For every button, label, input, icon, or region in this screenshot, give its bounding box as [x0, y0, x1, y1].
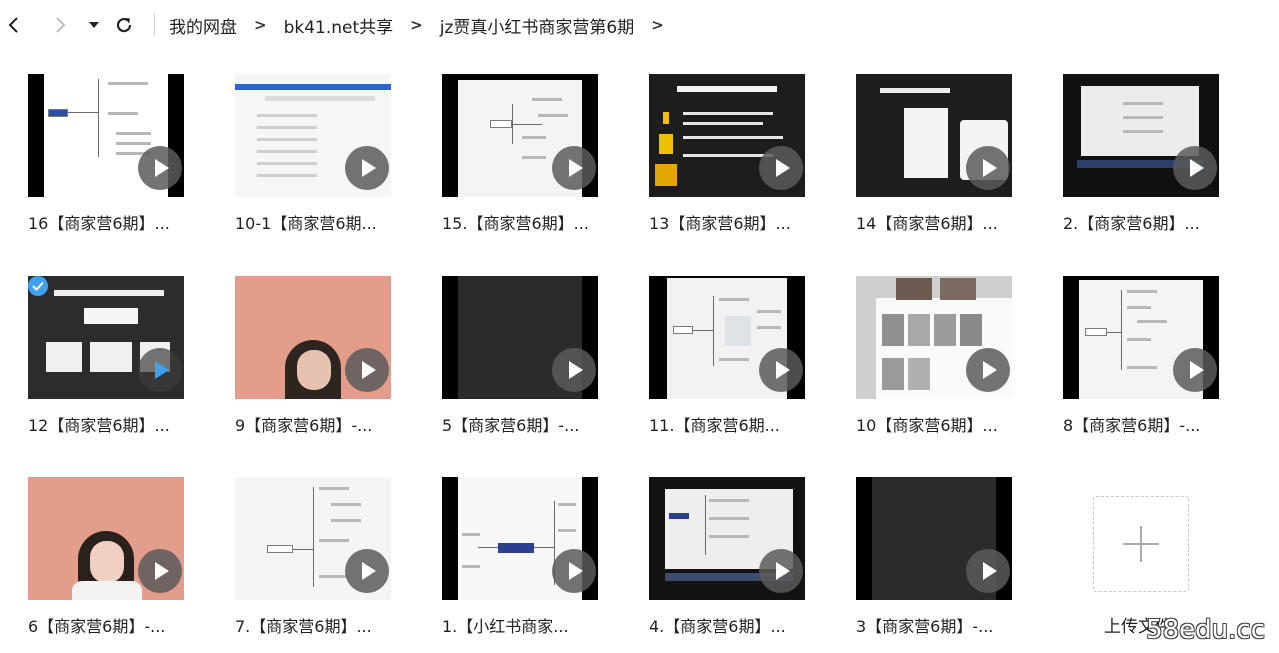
file-name: 9【商家营6期】-... — [235, 416, 373, 435]
plus-icon — [1123, 526, 1159, 562]
play-icon — [138, 549, 182, 593]
play-icon — [966, 348, 1010, 392]
video-file-tile[interactable]: 8【商家营6期】-... — [1063, 276, 1219, 446]
play-icon — [1173, 348, 1217, 392]
play-icon — [759, 146, 803, 190]
breadcrumb-separator: > — [651, 16, 664, 34]
play-icon — [552, 549, 596, 593]
play-icon — [759, 348, 803, 392]
chevron-left-icon — [8, 17, 18, 33]
file-name: 8【商家营6期】-... — [1063, 416, 1201, 435]
forward-button[interactable] — [46, 11, 74, 39]
back-button[interactable] — [0, 11, 28, 39]
play-icon — [345, 549, 389, 593]
breadcrumb-item-share[interactable]: bk41.net共享 — [284, 13, 394, 38]
video-file-tile[interactable]: 10【商家营6期】... — [856, 276, 1012, 446]
play-icon — [552, 348, 596, 392]
play-icon — [345, 348, 389, 392]
video-file-tile[interactable]: 1.【小红书商家... — [442, 477, 598, 647]
file-name: 5【商家营6期】-... — [442, 416, 580, 435]
play-icon — [138, 348, 182, 392]
video-file-tile[interactable]: 11.【商家营6期... — [649, 276, 805, 446]
file-name: 10【商家营6期】... — [856, 416, 998, 435]
caret-down-icon — [89, 22, 99, 28]
navigation-bar: 我的网盘 > bk41.net共享 > jz贾真小红书商家营第6期 > — [0, 0, 1279, 50]
video-file-tile[interactable]: 5【商家营6期】-... — [442, 276, 598, 446]
video-file-tile[interactable]: 9【商家营6期】-... — [235, 276, 391, 446]
video-file-tile[interactable]: 6【商家营6期】-... — [28, 477, 184, 647]
breadcrumb-item-my-drive[interactable]: 我的网盘 — [169, 13, 237, 38]
file-name: 11.【商家营6期... — [649, 416, 780, 435]
upload-button[interactable] — [1093, 496, 1189, 592]
nav-divider — [154, 14, 155, 36]
video-file-tile[interactable]: 15.【商家营6期】... — [442, 74, 598, 244]
watermark-text: 58edu.cc — [1146, 615, 1265, 645]
video-file-tile[interactable]: 3【商家营6期】-... — [856, 477, 1012, 647]
file-name: 12【商家营6期】... — [28, 416, 170, 435]
file-name: 13【商家营6期】... — [649, 214, 791, 233]
video-file-tile[interactable]: 4.【商家营6期】... — [649, 477, 805, 647]
breadcrumb-item-current-folder[interactable]: jz贾真小红书商家营第6期 — [440, 13, 634, 38]
play-icon — [552, 146, 596, 190]
video-file-tile[interactable]: 14【商家营6期】... — [856, 74, 1012, 244]
breadcrumb-separator: > — [410, 16, 423, 34]
play-icon — [759, 549, 803, 593]
file-name: 10-1【商家营6期... — [235, 214, 377, 233]
play-icon — [138, 146, 182, 190]
file-name: 1.【小红书商家... — [442, 617, 569, 636]
file-name: 7.【商家营6期】... — [235, 617, 372, 636]
video-file-tile[interactable]: 16【商家营6期】... — [28, 74, 184, 244]
file-name: 2.【商家营6期】... — [1063, 214, 1200, 233]
history-dropdown-button[interactable] — [84, 11, 104, 39]
file-name: 6【商家营6期】-... — [28, 617, 166, 636]
video-file-tile[interactable]: 7.【商家营6期】... — [235, 477, 391, 647]
play-icon — [1173, 146, 1217, 190]
play-icon — [966, 549, 1010, 593]
refresh-button[interactable] — [110, 11, 138, 39]
file-name: 14【商家营6期】... — [856, 214, 998, 233]
video-file-tile[interactable]: 2.【商家营6期】... — [1063, 74, 1219, 244]
video-file-tile[interactable]: 10-1【商家营6期... — [235, 74, 391, 244]
file-name: 3【商家营6期】-... — [856, 617, 994, 636]
video-file-tile[interactable]: 12【商家营6期】... — [28, 276, 184, 446]
selected-check-icon[interactable] — [28, 276, 48, 296]
file-name: 15.【商家营6期】... — [442, 214, 589, 233]
play-icon — [345, 146, 389, 190]
video-file-tile[interactable]: 13【商家营6期】... — [649, 74, 805, 244]
refresh-icon — [116, 17, 132, 33]
file-name: 16【商家营6期】... — [28, 214, 170, 233]
play-icon — [966, 146, 1010, 190]
file-name: 4.【商家营6期】... — [649, 617, 786, 636]
breadcrumb-separator: > — [254, 16, 267, 34]
chevron-right-icon — [56, 17, 66, 33]
